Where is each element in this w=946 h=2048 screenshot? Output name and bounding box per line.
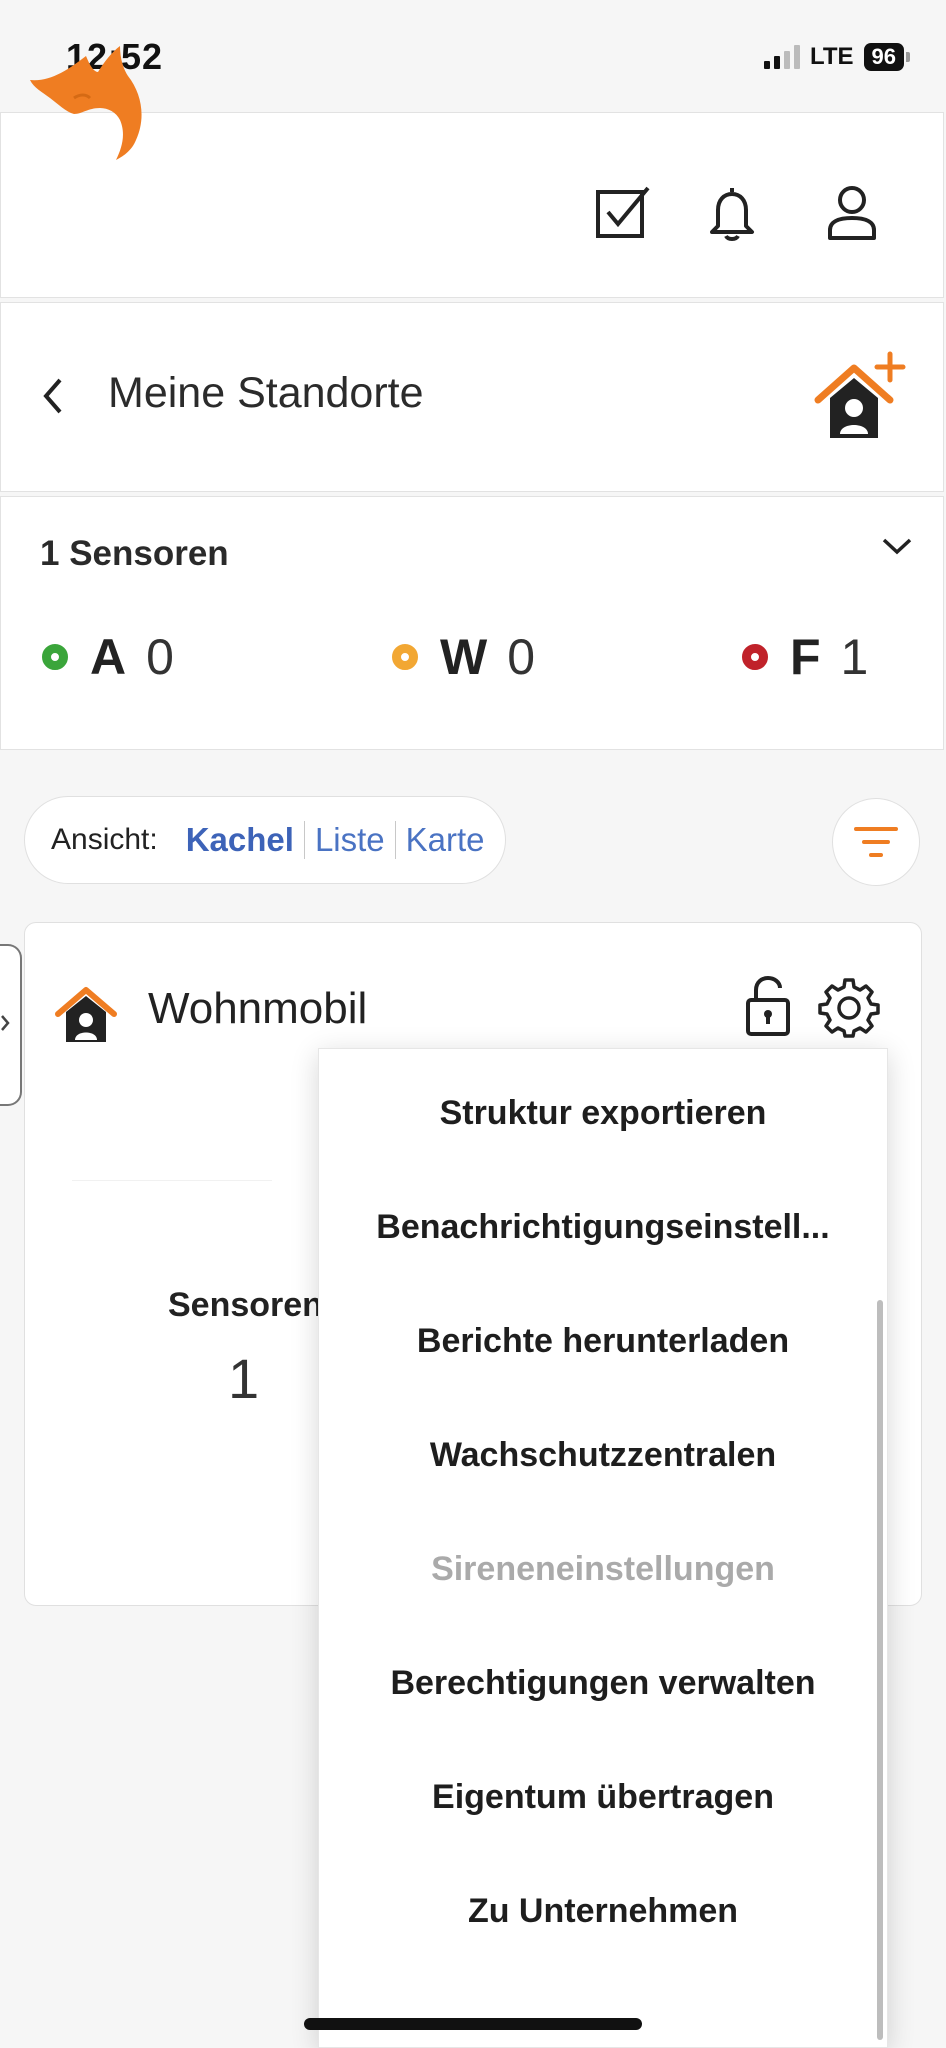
home-icon	[54, 982, 118, 1046]
view-switcher: Ansicht: Kachel Liste Karte	[24, 796, 506, 884]
menu-item-zu-unternehmen[interactable]: Zu Unternehmen	[318, 1892, 888, 1931]
status-ok: A 0	[42, 628, 174, 686]
user-icon[interactable]	[822, 182, 882, 242]
status-dot-green-icon	[42, 644, 68, 670]
status-fault: F 1	[742, 628, 868, 686]
location-name: Wohnmobil	[148, 984, 368, 1033]
home-indicator[interactable]	[304, 2018, 642, 2030]
view-option-kachel[interactable]: Kachel	[186, 821, 304, 859]
filter-button[interactable]	[832, 798, 920, 886]
chevron-right-icon	[0, 1010, 12, 1036]
battery-level: 96	[863, 43, 904, 71]
view-option-liste[interactable]: Liste	[305, 821, 395, 859]
view-option-karte[interactable]: Karte	[396, 821, 495, 859]
menu-item-berechtigungen-verwalten[interactable]: Berechtigungen verwalten	[318, 1664, 888, 1703]
menu-item-berichte-herunterladen[interactable]: Berichte herunterladen	[318, 1322, 888, 1361]
status-dot-red-icon	[742, 644, 768, 670]
unlocked-icon[interactable]	[744, 974, 792, 1038]
bell-icon[interactable]	[702, 182, 762, 242]
network-type: LTE	[809, 43, 854, 70]
chevron-down-icon[interactable]	[880, 534, 914, 558]
menu-item-struktur-exportieren[interactable]: Struktur exportieren	[318, 1094, 888, 1133]
status-warning: W 0	[392, 628, 535, 686]
menu-item-eigentum-uebertragen[interactable]: Eigentum übertragen	[318, 1778, 888, 1817]
signal-icon	[763, 45, 800, 69]
view-label: Ansicht:	[51, 823, 158, 856]
menu-scrollbar[interactable]	[877, 1300, 883, 2040]
sensors-value: 1	[228, 1347, 260, 1410]
menu-item-benachrichtigungseinstellungen[interactable]: Benachrichtigungseinstell...	[318, 1208, 888, 1247]
battery-icon: 96	[863, 43, 910, 71]
status-dot-orange-icon	[392, 644, 418, 670]
sensors-label: Sensoren	[168, 1286, 323, 1324]
checklist-icon[interactable]	[592, 182, 652, 242]
menu-item-wachschutzzentralen[interactable]: Wachschutzzentralen	[318, 1436, 888, 1475]
card-divider	[72, 1180, 272, 1181]
page-title: Meine Standorte	[108, 369, 424, 417]
add-location-icon[interactable]	[812, 350, 906, 446]
menu-item-sireneneinstellungen: Sireneneinstellungen	[431, 1550, 775, 1588]
fox-logo[interactable]	[28, 42, 146, 162]
back-chevron-icon[interactable]	[36, 372, 70, 420]
status-indicators: LTE 96	[763, 40, 910, 74]
sensors-count-title: 1 Sensoren	[40, 534, 229, 573]
gear-icon[interactable]	[818, 976, 880, 1038]
filter-icon	[854, 827, 898, 857]
